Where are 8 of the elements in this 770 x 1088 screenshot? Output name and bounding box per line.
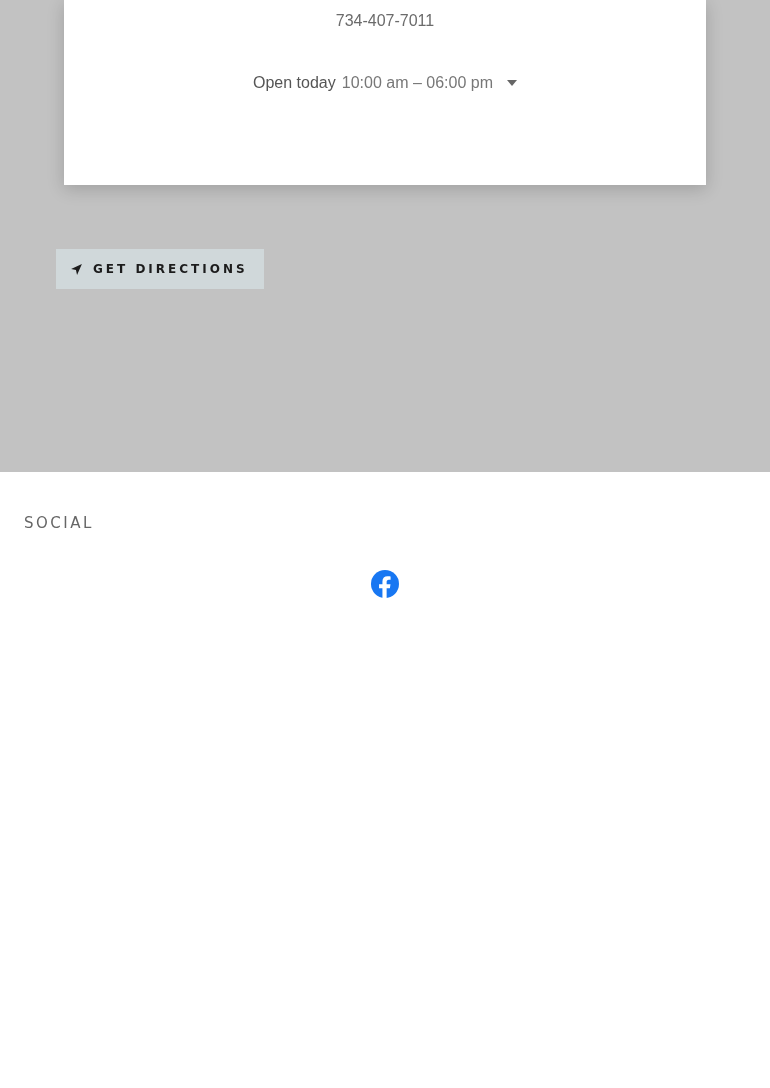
navigation-arrow-icon bbox=[70, 262, 83, 276]
caret-icon[interactable] bbox=[506, 80, 517, 86]
get-directions-button[interactable]: GET DIRECTIONS bbox=[56, 249, 264, 289]
opening-hours: 10:00 am – 06:00 pm bbox=[341, 74, 493, 92]
facebook-link[interactable] bbox=[371, 570, 399, 598]
hours-label: Open today bbox=[253, 74, 336, 92]
section-heading: SOCIAL bbox=[24, 514, 95, 532]
phone-number: 734-407-7011 bbox=[335, 12, 435, 30]
